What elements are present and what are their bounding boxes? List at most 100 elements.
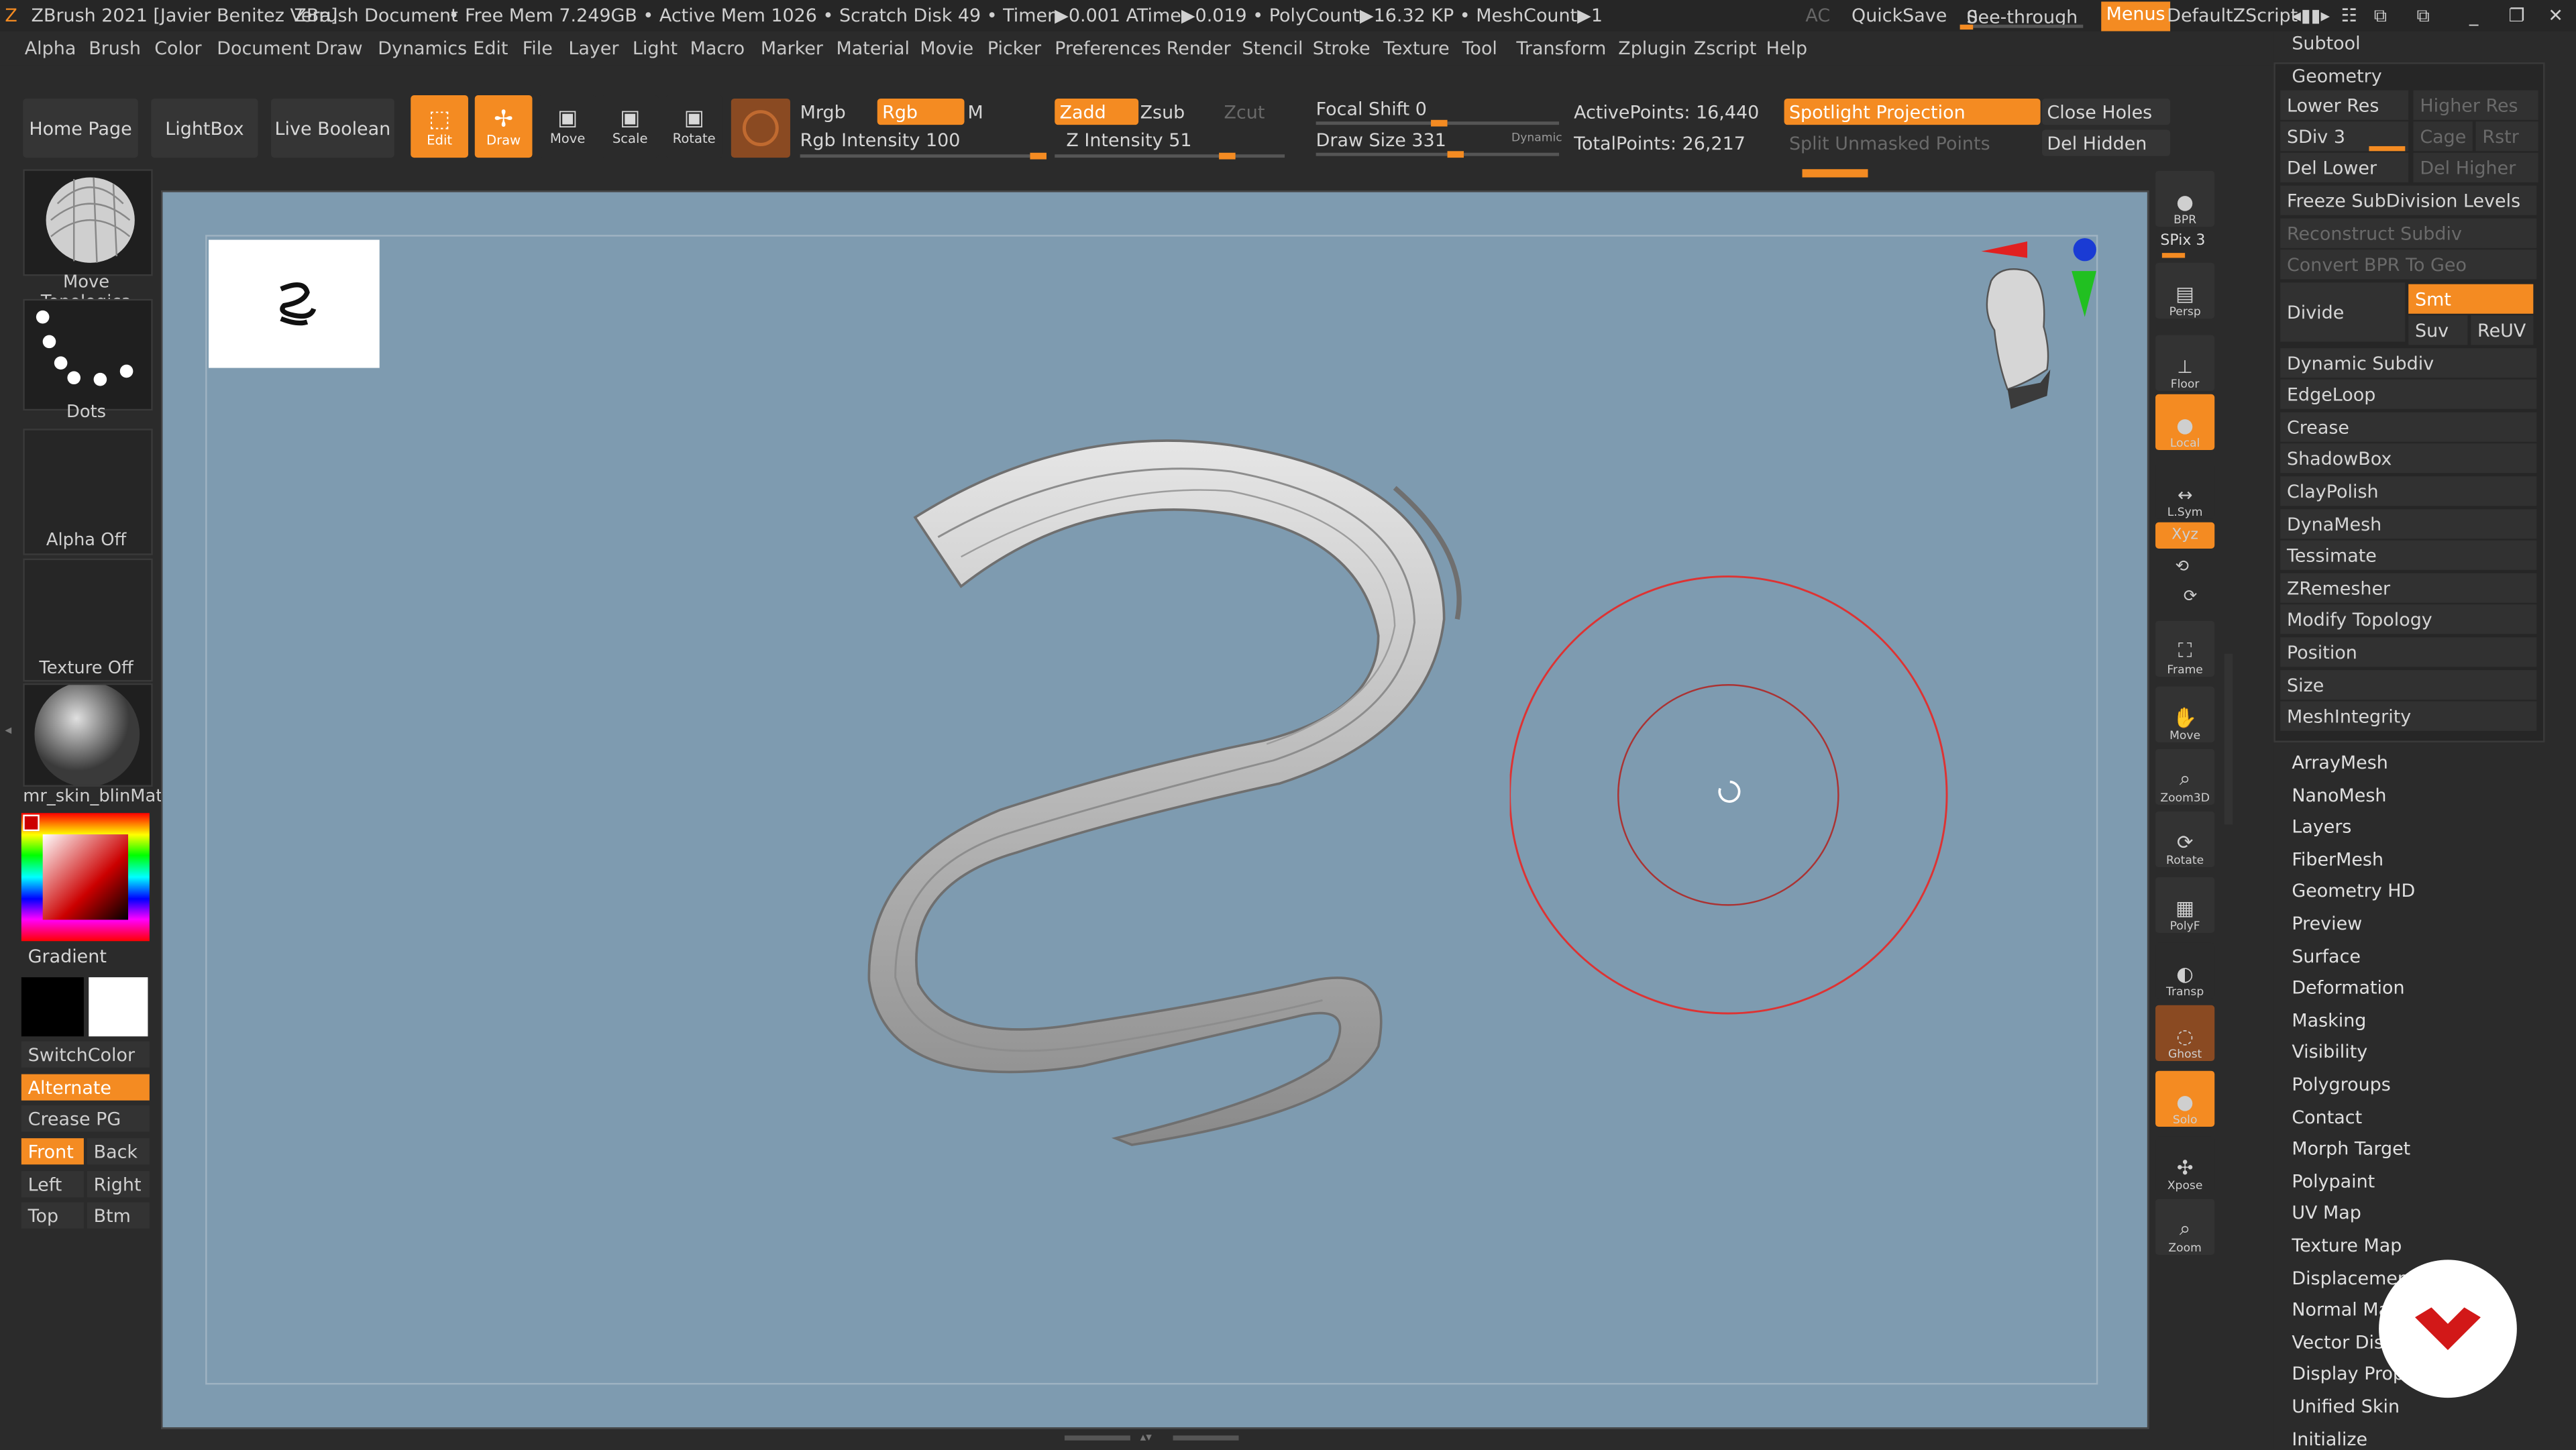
suv-toggle[interactable]: Suv <box>2408 315 2468 345</box>
seethrough-track[interactable] <box>1960 24 2084 30</box>
draw-size-slider[interactable]: Draw Size 331 <box>1316 129 1446 151</box>
script-button[interactable]: DefaultZScript <box>2167 5 2298 26</box>
back-view-button[interactable]: Back <box>87 1138 150 1165</box>
menu-tool[interactable]: Tool <box>1462 38 1497 59</box>
zoom3d-button[interactable]: ⌕ Zoom3D <box>2155 748 2215 805</box>
divide-button[interactable]: Divide <box>2280 282 2406 342</box>
reconstruct-subdiv-button[interactable]: Reconstruct Subdiv <box>2280 218 2537 248</box>
size-section[interactable]: Size <box>2280 670 2537 700</box>
polyf-button[interactable]: ▦ PolyF <box>2155 877 2215 934</box>
spotlight-projection-toggle[interactable]: Spotlight Projection <box>1784 98 2041 125</box>
visibility-section[interactable]: Visibility <box>2292 1042 2367 1063</box>
persp-button[interactable]: ▤ Persp <box>2155 262 2215 319</box>
del-hidden-button[interactable]: Del Hidden <box>2042 129 2171 156</box>
close-holes-button[interactable]: Close Holes <box>2042 98 2171 125</box>
lsym-button[interactable]: ↔ L.Sym <box>2155 463 2215 519</box>
bottom-view-button[interactable]: Btm <box>87 1202 150 1229</box>
claypolish-section[interactable]: ClayPolish <box>2280 476 2537 506</box>
menu-color[interactable]: Color <box>154 38 201 59</box>
menu-render[interactable]: Render <box>1167 38 1231 59</box>
initialize-section[interactable]: Initialize <box>2292 1429 2367 1450</box>
live-boolean-button[interactable]: Live Boolean <box>271 98 394 158</box>
rgb-toggle[interactable]: Rgb <box>877 98 965 125</box>
local-button[interactable]: ● Local <box>2155 394 2215 451</box>
undock-icon[interactable]: ⧉ <box>2416 5 2429 27</box>
bpr-button[interactable]: ● BPR <box>2155 170 2215 227</box>
left-view-button[interactable]: Left <box>21 1171 84 1198</box>
texture-map-section[interactable]: Texture Map <box>2292 1235 2402 1257</box>
menu-texture[interactable]: Texture <box>1383 38 1450 59</box>
cage-button[interactable]: Cage <box>2413 121 2473 152</box>
menu-draw[interactable]: Draw <box>315 38 362 59</box>
draw-mode-button[interactable]: ✢ Draw <box>474 95 533 158</box>
rgb-intensity-track[interactable] <box>800 152 1047 160</box>
z-intensity-slider[interactable]: Z Intensity 51 <box>1066 129 1191 151</box>
transp-button[interactable]: ◐ Transp <box>2155 942 2215 999</box>
crease-section[interactable]: Crease <box>2280 412 2537 442</box>
ghost-button[interactable]: ◌ Ghost <box>2155 1005 2215 1062</box>
secondary-color-swatch[interactable] <box>89 977 148 1037</box>
del-higher-button[interactable]: Del Higher <box>2413 152 2538 182</box>
frame-button[interactable]: ⛶ Frame <box>2155 620 2215 677</box>
top-view-button[interactable]: Top <box>21 1202 84 1229</box>
menu-brush[interactable]: Brush <box>89 38 141 59</box>
draw-size-track[interactable] <box>1316 151 1560 158</box>
alternate-toggle[interactable]: Alternate <box>21 1074 150 1101</box>
material-thumbnail[interactable] <box>23 681 153 787</box>
reuv-toggle[interactable]: ReUV <box>2471 315 2534 345</box>
quicksave-button[interactable]: QuickSave <box>1851 5 1947 26</box>
menus-button[interactable]: Menus <box>2101 1 2170 32</box>
masking-section[interactable]: Masking <box>2292 1010 2366 1031</box>
menu-zscript[interactable]: Zscript <box>1694 38 1757 59</box>
subtool-header[interactable]: Subtool <box>2292 33 2360 54</box>
layers-section[interactable]: Layers <box>2292 816 2351 838</box>
color-picker[interactable] <box>21 813 150 942</box>
solo-button[interactable]: ● Solo <box>2155 1070 2215 1127</box>
xyz-button[interactable]: Xyz <box>2155 522 2215 549</box>
right-view-button[interactable]: Right <box>87 1171 150 1198</box>
menu-layer[interactable]: Layer <box>568 38 619 59</box>
rotate-mode-button[interactable]: ▣ Rotate <box>665 95 723 158</box>
polypaint-section[interactable]: Polypaint <box>2292 1171 2375 1192</box>
nanomesh-section[interactable]: NanoMesh <box>2292 785 2386 807</box>
menu-transform[interactable]: Transform <box>1516 38 1606 59</box>
menu-light[interactable]: Light <box>633 38 678 59</box>
brush-thumbnail[interactable] <box>23 169 153 276</box>
xpose-button[interactable]: ✣ Xpose <box>2155 1136 2215 1192</box>
higher-res-button[interactable]: Higher Res <box>2413 90 2538 120</box>
zcut-toggle[interactable]: Zcut <box>1224 102 1265 123</box>
stroke-thumbnail[interactable] <box>23 298 153 411</box>
rotate-z-icon[interactable]: ⟳ <box>2184 588 2198 606</box>
menu-dynamics[interactable]: Dynamics <box>378 38 467 59</box>
rstr-button[interactable]: Rstr <box>2475 121 2538 152</box>
m-toggle[interactable]: M <box>967 102 983 123</box>
docking-icon[interactable]: ⧉ <box>2374 5 2387 27</box>
del-lower-button[interactable]: Del Lower <box>2280 152 2409 182</box>
switchcolor-button[interactable]: SwitchColor <box>21 1041 150 1068</box>
main-color-swatch[interactable] <box>21 977 84 1037</box>
geometry-hd-section[interactable]: Geometry HD <box>2292 881 2415 902</box>
uv-map-section[interactable]: UV Map <box>2292 1203 2361 1224</box>
dynamesh-section[interactable]: DynaMesh <box>2280 509 2537 539</box>
tray-divider[interactable] <box>2224 653 2233 825</box>
focal-shift-slider[interactable]: Focal Shift 0 <box>1316 99 1427 120</box>
convert-bpr-button[interactable]: Convert BPR To Geo <box>2280 249 2537 280</box>
dynamic-toggle[interactable]: Dynamic <box>1511 131 1562 145</box>
left-tray-toggle-icon[interactable]: ◂ <box>5 723 15 739</box>
arraymesh-section[interactable]: ArrayMesh <box>2292 752 2387 774</box>
deformation-section[interactable]: Deformation <box>2292 977 2404 999</box>
menu-picker[interactable]: Picker <box>987 38 1041 59</box>
smt-toggle[interactable]: Smt <box>2408 284 2534 314</box>
unified-skin-section[interactable]: Unified Skin <box>2292 1396 2400 1418</box>
gradient-toggle[interactable]: Gradient <box>28 946 107 968</box>
minimize-icon[interactable]: _ <box>2469 5 2478 26</box>
contact-section[interactable]: Contact <box>2292 1107 2362 1129</box>
restore-icon[interactable]: ❐ <box>2509 5 2525 26</box>
zsub-toggle[interactable]: Zsub <box>1140 102 1185 123</box>
lightbox-button[interactable]: LightBox <box>151 98 258 158</box>
menu-edit[interactable]: Edit <box>473 38 508 59</box>
menu-alpha[interactable]: Alpha <box>25 38 76 59</box>
menu-marker[interactable]: Marker <box>761 38 823 59</box>
fibermesh-section[interactable]: FiberMesh <box>2292 849 2383 871</box>
morph-target-section[interactable]: Morph Target <box>2292 1138 2410 1160</box>
